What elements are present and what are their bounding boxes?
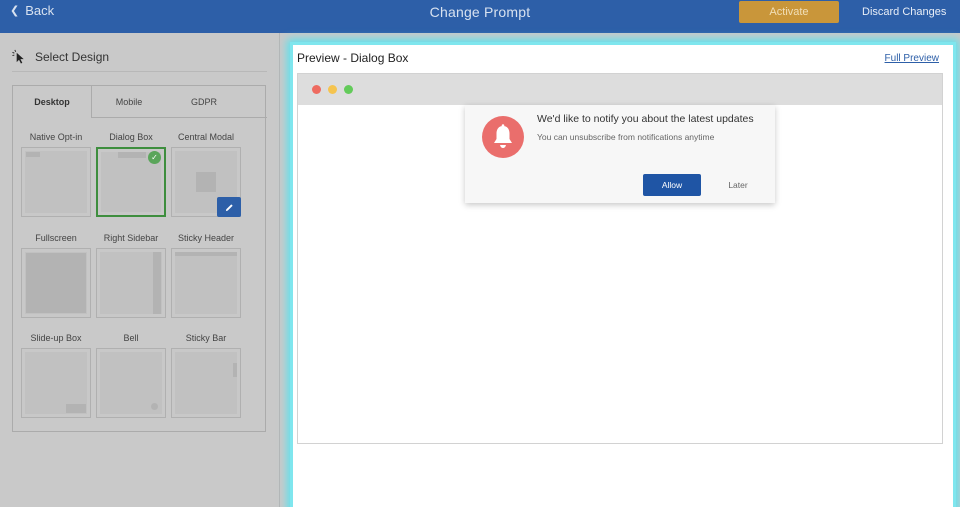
thumb-shape xyxy=(118,152,146,158)
browser-mockup: We'd like to notify you about the latest… xyxy=(297,73,943,444)
tab-underline xyxy=(92,117,267,118)
design-thumb-slide-up-box[interactable] xyxy=(21,348,91,418)
window-minimize-dot xyxy=(328,85,337,94)
thumb-preview xyxy=(175,352,237,414)
thumb-shape xyxy=(66,404,86,413)
design-thumb-fullscreen[interactable] xyxy=(21,248,91,318)
thumb-shape xyxy=(153,252,161,314)
design-label-native-opt-in: Native Opt-in xyxy=(29,132,83,142)
tab-mobile[interactable]: Mobile xyxy=(94,85,164,118)
design-thumb-sticky-header[interactable] xyxy=(171,248,241,318)
bell-icon xyxy=(482,116,524,158)
pencil-icon xyxy=(225,203,233,211)
pointer-click-icon xyxy=(12,49,24,64)
full-preview-link[interactable]: Full Preview xyxy=(885,53,939,64)
dialog-title: We'd like to notify you about the latest… xyxy=(537,113,754,125)
design-thumb-bell[interactable] xyxy=(96,348,166,418)
design-label-right-sidebar: Right Sidebar xyxy=(103,233,159,243)
thumb-preview xyxy=(25,151,87,213)
bell-icon-glyph xyxy=(494,124,512,148)
thumb-shape xyxy=(175,252,237,256)
dialog-subtitle: You can unsubscribe from notifications a… xyxy=(537,132,715,142)
tab-desktop[interactable]: Desktop xyxy=(12,85,92,118)
design-tabs-panel: Desktop Mobile GDPR Native Opt-in Dialog… xyxy=(12,85,268,432)
design-thumb-sticky-bar[interactable] xyxy=(171,348,241,418)
preview-panel: Preview - Dialog Box Full Preview We'd l… xyxy=(290,42,956,507)
top-bar: ❮ Back Change Prompt Activate Discard Ch… xyxy=(0,0,960,33)
select-design-header: Select Design xyxy=(12,49,109,64)
window-close-dot xyxy=(312,85,321,94)
design-label-sticky-header: Sticky Header xyxy=(177,233,235,243)
activate-button[interactable]: Activate xyxy=(739,1,839,23)
design-label-bell: Bell xyxy=(123,333,139,343)
later-button[interactable]: Later xyxy=(715,174,761,196)
notification-dialog: We'd like to notify you about the latest… xyxy=(465,105,775,203)
design-thumb-dialog-box[interactable]: ✓ xyxy=(96,147,166,217)
thumb-shape xyxy=(26,253,86,313)
thumb-preview xyxy=(175,252,237,314)
thumb-shape xyxy=(26,152,40,157)
divider xyxy=(12,71,267,72)
window-maximize-dot xyxy=(344,85,353,94)
design-thumb-native-opt-in[interactable] xyxy=(21,147,91,217)
check-icon: ✓ xyxy=(148,151,161,164)
discard-changes-button[interactable]: Discard Changes xyxy=(862,6,946,18)
design-thumb-central-modal[interactable] xyxy=(171,147,241,217)
browser-title-bar xyxy=(298,74,942,105)
design-label-fullscreen: Fullscreen xyxy=(35,233,77,243)
design-sidebar: Select Design Desktop Mobile GDPR Native… xyxy=(0,33,280,507)
design-label-dialog-box: Dialog Box xyxy=(109,132,153,142)
design-label-sticky-bar: Sticky Bar xyxy=(185,333,227,343)
tab-gdpr[interactable]: GDPR xyxy=(164,85,244,118)
select-design-label: Select Design xyxy=(35,49,110,64)
allow-button[interactable]: Allow xyxy=(643,174,701,196)
design-label-central-modal: Central Modal xyxy=(177,132,235,142)
thumb-shape xyxy=(151,403,158,410)
tab-row: Desktop Mobile GDPR xyxy=(12,85,268,118)
design-label-slide-up-box: Slide-up Box xyxy=(30,333,82,343)
thumb-shape xyxy=(196,172,216,192)
edit-design-button[interactable] xyxy=(217,197,241,217)
design-thumb-right-sidebar[interactable] xyxy=(96,248,166,318)
preview-title: Preview - Dialog Box xyxy=(297,51,409,65)
thumb-shape xyxy=(233,363,237,377)
